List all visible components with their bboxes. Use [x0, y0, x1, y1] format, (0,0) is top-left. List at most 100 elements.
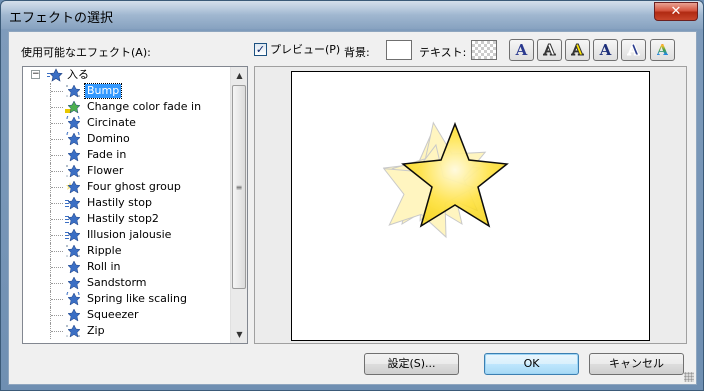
tree-connector [50, 99, 64, 115]
effect-item-label: Hastily stop [87, 196, 152, 209]
ghost-star-icon [66, 180, 81, 194]
effect-item-label: Illusion jalousie [87, 228, 172, 241]
effect-item[interactable]: Bump [23, 83, 231, 99]
effects-tree[interactable]: − 入る Bump Change color fade in Circinate Domi… [22, 66, 248, 344]
preview-checkbox[interactable]: ✓ [254, 42, 267, 56]
letter-a-icon: A [599, 41, 612, 59]
tree-connector [50, 179, 64, 195]
effect-item[interactable]: Ripple [23, 243, 231, 259]
scroll-thumb[interactable]: ≡ [232, 85, 246, 289]
effect-item[interactable]: Spring like scaling [23, 291, 231, 307]
style-rainbow-button[interactable]: A [650, 39, 675, 61]
effect-item[interactable]: Hastily stop2 [23, 211, 231, 227]
tree-root-label: 入る [67, 68, 89, 81]
effect-item[interactable]: Zip [23, 323, 231, 339]
ok-button[interactable]: OK [484, 353, 579, 375]
effect-select-dialog: エフェクトの選択 ✕ 使用可能なエフェクト(A): − 入る Bump Change … [0, 0, 704, 391]
preview-canvas [291, 71, 650, 341]
rotate-star-icon [66, 116, 81, 130]
effect-item-label: Fade in [87, 148, 127, 161]
effect-item-label: Ripple [87, 244, 122, 257]
tree-connector [50, 195, 64, 211]
effect-item-label: Flower [87, 164, 124, 177]
effect-item[interactable]: Illusion jalousie [23, 227, 231, 243]
scroll-up-arrow-icon[interactable]: ▲ [231, 67, 247, 84]
checkmark-icon: ✓ [255, 42, 266, 56]
available-effects-label: 使用可能なエフェクト(A): [21, 46, 151, 59]
effect-item-label: Bump [83, 83, 123, 99]
close-button[interactable]: ✕ [654, 2, 698, 21]
effect-item-label: Squeezer [87, 308, 139, 321]
close-icon: ✕ [670, 4, 682, 19]
tree-connector [50, 83, 64, 99]
effect-item-label: Roll in [87, 260, 121, 273]
star-icon [67, 148, 81, 162]
tree-root-enter[interactable]: − 入る [23, 67, 231, 83]
preview-checkbox-row[interactable]: ✓ プレビュー(P) [254, 41, 340, 57]
tree-connector [50, 115, 64, 131]
effect-item[interactable]: Circinate [23, 115, 231, 131]
effect-item[interactable]: Flower [23, 163, 231, 179]
letter-a-icon: A [627, 41, 640, 60]
sparkle-star-icon [66, 84, 81, 98]
style-outline-button[interactable]: A [537, 39, 562, 61]
letter-a-icon: A [656, 41, 669, 59]
collapse-icon[interactable]: − [31, 70, 40, 79]
effect-item-label: Circinate [87, 116, 136, 129]
dialog-client-area: 使用可能なエフェクト(A): − 入る Bump Change color fade … [8, 31, 697, 385]
effect-item-label: Hastily stop2 [87, 212, 159, 225]
preview-area [254, 66, 687, 344]
settings-button[interactable]: 設定(S)... [364, 353, 459, 375]
tree-connector [50, 307, 64, 323]
effect-item[interactable]: Domino [23, 131, 231, 147]
effect-item[interactable]: Change color fade in [23, 99, 231, 115]
letter-a-icon: A [543, 41, 556, 60]
star-preview-graphic [382, 121, 509, 239]
effect-item[interactable]: Four ghost group [23, 179, 231, 195]
text-color-swatch[interactable] [471, 40, 497, 60]
sparkle-star-icon [66, 324, 81, 338]
tree-scrollbar[interactable]: ▲ ≡ ▼ [230, 67, 247, 343]
effect-item-label: Spring like scaling [87, 292, 187, 305]
tree-connector [50, 211, 64, 227]
scroll-grip-icon: ≡ [235, 183, 243, 192]
folder-star-icon [47, 68, 63, 82]
background-label: 背景: [344, 46, 370, 59]
effect-item[interactable]: Roll in [23, 259, 231, 275]
effects-tree-rows: − 入る Bump Change color fade in Circinate Domi… [23, 67, 231, 339]
effect-item-label: Sandstorm [87, 276, 147, 289]
style-dark-blue-button[interactable]: A [593, 39, 618, 61]
letter-a-icon: A [515, 41, 528, 59]
effect-item-label: Zip [87, 324, 105, 337]
rotate-star-icon [66, 132, 81, 146]
letter-a-icon: A [571, 41, 584, 60]
effect-item[interactable]: Fade in [23, 147, 231, 163]
tree-connector [50, 291, 64, 307]
effect-item[interactable]: Squeezer [23, 307, 231, 323]
tree-connector [50, 259, 64, 275]
rotate-star-icon [66, 292, 81, 306]
star-icon [67, 260, 81, 274]
scroll-down-arrow-icon[interactable]: ▼ [231, 326, 247, 343]
sparkle-star-icon [66, 244, 81, 258]
tree-connector [50, 163, 64, 179]
effect-item-label: Change color fade in [87, 100, 202, 113]
effect-item[interactable]: Hastily stop [23, 195, 231, 211]
cancel-button[interactable]: キャンセル [589, 353, 684, 375]
style-yellow-button[interactable]: A [565, 39, 590, 61]
effect-item[interactable]: Sandstorm [23, 275, 231, 291]
preview-label: プレビュー(P) [270, 43, 341, 56]
tree-connector [50, 147, 64, 163]
style-blue-fill-button[interactable]: A [509, 39, 534, 61]
effect-item-label: Domino [87, 132, 130, 145]
resize-grip-icon[interactable] [684, 372, 694, 382]
style-blue-outline-button[interactable]: A [621, 39, 646, 61]
tree-connector [50, 243, 64, 259]
sparkle-star-icon [66, 164, 81, 178]
effect-item-label: Four ghost group [87, 180, 181, 193]
title-bar[interactable]: エフェクトの選択 ✕ [1, 1, 703, 29]
motion-star-icon [65, 212, 81, 226]
text-label: テキスト: [419, 46, 467, 59]
background-color-swatch[interactable] [386, 40, 412, 60]
tree-connector [50, 227, 64, 243]
